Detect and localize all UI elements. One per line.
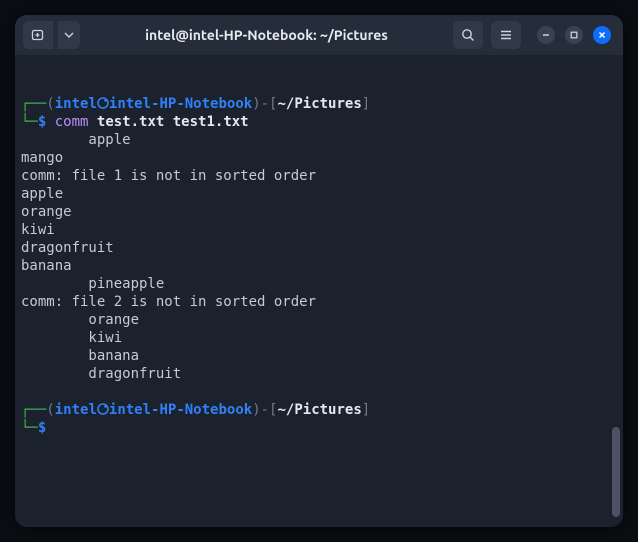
output-line: dragonfruit (21, 239, 615, 257)
output-line: mango (21, 149, 615, 167)
chevron-down-icon (64, 30, 74, 40)
titlebar: intel@intel-HP-Notebook: ~/Pictures (15, 15, 623, 55)
new-tab-dropdown[interactable] (58, 21, 80, 49)
output-line: apple (21, 131, 615, 149)
prompt-host: intel-HP-Notebook (109, 96, 252, 112)
prompt-line-1: ┌──(intelintel-HP-Notebook)-[~/Pictures] (21, 95, 615, 113)
new-tab-button[interactable] (23, 21, 53, 49)
output-line: orange (21, 311, 615, 329)
output-line: comm: file 1 is not in sorted order (21, 167, 615, 185)
command-args: test.txt test1.txt (97, 114, 249, 130)
scrollbar-thumb[interactable] (612, 427, 620, 517)
terminal-window: intel@intel-HP-Notebook: ~/Pictures (15, 15, 623, 527)
output-line: comm: file 2 is not in sorted order (21, 293, 615, 311)
prompt-path: ~/Pictures (277, 96, 361, 112)
output-line: orange (21, 203, 615, 221)
prompt-symbol: $ (38, 114, 46, 130)
prompt-line-2: └─$ comm test.txt test1.txt (21, 113, 615, 131)
maximize-icon (569, 30, 579, 40)
kali-logo-icon (96, 402, 110, 416)
kali-logo-icon (96, 96, 110, 110)
output-line: kiwi (21, 221, 615, 239)
close-icon (597, 30, 607, 40)
menu-button[interactable] (491, 21, 521, 49)
prompt-user: intel (55, 402, 97, 418)
hamburger-icon (498, 27, 514, 43)
prompt-line-1: ┌──(intelintel-HP-Notebook)-[~/Pictures] (21, 401, 615, 419)
search-icon (460, 27, 476, 43)
window-title: intel@intel-HP-Notebook: ~/Pictures (88, 27, 445, 43)
output-line: kiwi (21, 329, 615, 347)
minimize-button[interactable] (537, 26, 555, 44)
output-line: banana (21, 257, 615, 275)
close-button[interactable] (593, 26, 611, 44)
terminal-body[interactable]: ┌──(intelintel-HP-Notebook)-[~/Pictures]… (15, 55, 623, 527)
output-line: banana (21, 347, 615, 365)
search-button[interactable] (453, 21, 483, 49)
output-line: dragonfruit (21, 365, 615, 383)
prompt-symbol: $ (38, 420, 46, 436)
prompt-host: intel-HP-Notebook (109, 402, 252, 418)
output-line: apple (21, 185, 615, 203)
prompt-user: intel (55, 96, 97, 112)
output-line: pineapple (21, 275, 615, 293)
maximize-button[interactable] (565, 26, 583, 44)
prompt-path: ~/Pictures (277, 402, 361, 418)
command-name: comm (55, 114, 89, 130)
new-tab-icon (30, 27, 46, 43)
prompt-line-2: └─$ (21, 419, 615, 437)
minimize-icon (541, 30, 551, 40)
